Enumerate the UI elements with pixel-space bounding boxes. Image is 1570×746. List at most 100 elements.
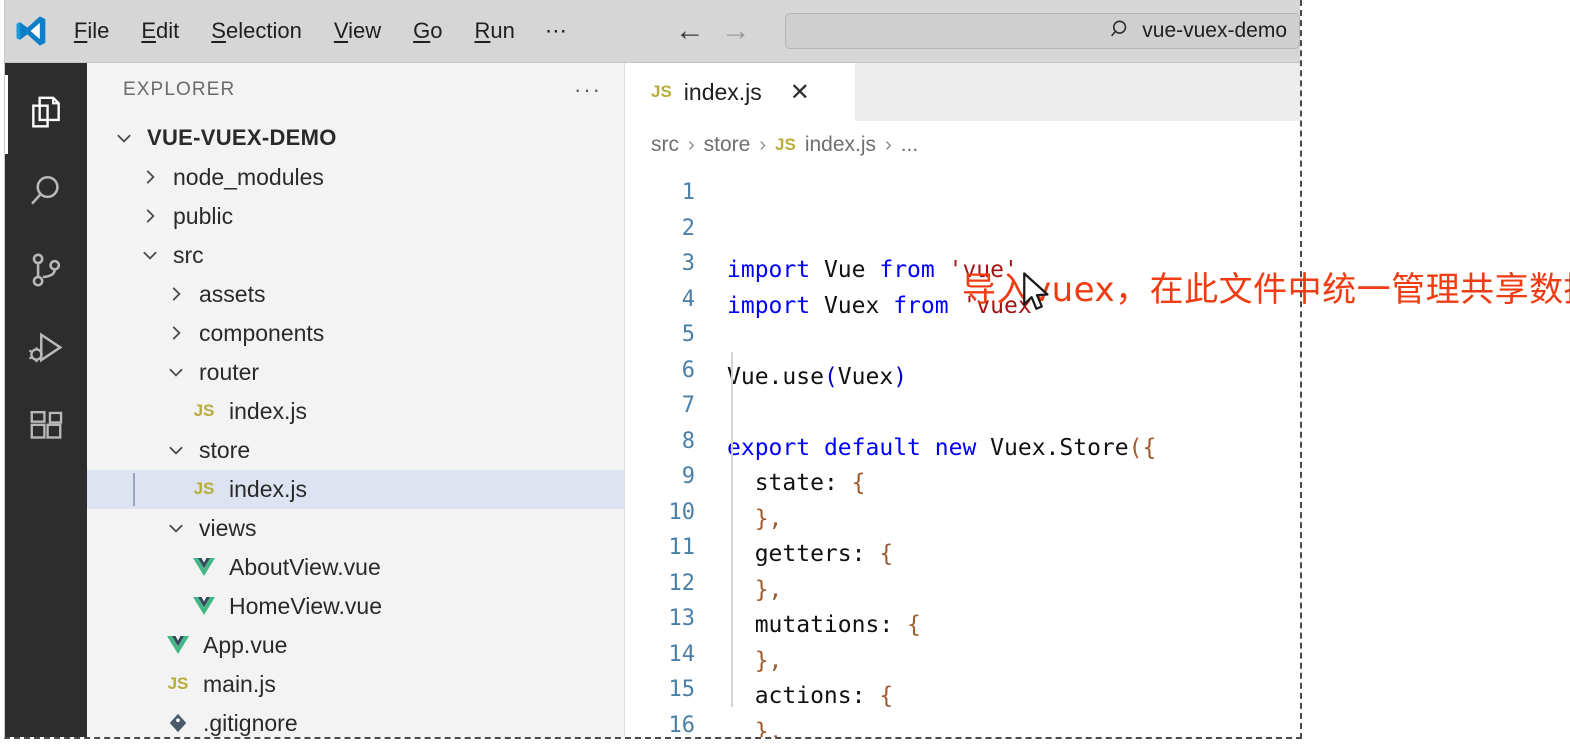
chevron-right-icon[interactable] <box>135 168 165 186</box>
line-number: 9 <box>681 464 695 489</box>
close-icon[interactable]: ✕ <box>790 78 810 107</box>
code-token: new <box>934 434 977 461</box>
breadcrumb-item-symbols[interactable]: ... <box>901 133 919 157</box>
activity-item-source-control[interactable] <box>5 233 87 312</box>
tab-index-js[interactable]: JS index.js ✕ <box>625 63 855 121</box>
tree-file-item[interactable]: JS index.js <box>87 469 624 509</box>
line-number: 13 <box>668 606 696 631</box>
code-line: state: { <box>727 466 1300 502</box>
workbench-body: EXPLORER ··· VUE-VUEX-DEMO node_modules pu… <box>5 63 1300 737</box>
tree-file-item[interactable]: .gitignore <box>87 704 624 737</box>
forward-arrow-icon[interactable]: → <box>721 16 751 46</box>
menu-selection[interactable]: Selection <box>195 12 318 50</box>
code-token: ({ <box>1128 434 1157 461</box>
editor-tab-bar: JS index.js ✕ <box>625 63 1300 121</box>
activity-item-search[interactable] <box>5 154 87 233</box>
chevron-right-icon[interactable] <box>161 285 191 303</box>
menu-edit[interactable]: Edit <box>125 12 195 50</box>
code-line: }, <box>727 715 1300 738</box>
js-file-icon: JS <box>193 479 215 499</box>
tree-folder-item[interactable]: views <box>87 509 624 548</box>
code-token: Vue.use <box>727 363 824 390</box>
tree-folder-item[interactable]: src <box>87 236 624 275</box>
chevron-down-icon[interactable] <box>161 363 191 381</box>
line-number: 11 <box>668 535 696 560</box>
menu-file[interactable]: File <box>58 12 125 50</box>
chevron-right-icon[interactable] <box>161 324 191 342</box>
tree-folder-item[interactable]: components <box>87 314 624 353</box>
tree-file-item[interactable]: JS main.js <box>87 665 624 704</box>
tree-item-label: App.vue <box>203 631 288 658</box>
code-token: state <box>727 470 824 496</box>
code-token: import <box>727 292 811 319</box>
code-token: ) <box>893 363 908 390</box>
code-content[interactable]: import Vue from 'vue' import Vuex from 'v… <box>709 169 1300 737</box>
code-line: getters: { <box>727 537 1300 573</box>
code-token: { <box>879 683 894 709</box>
menu-go[interactable]: Go <box>397 12 458 50</box>
code-token: } <box>727 576 769 603</box>
tree-root-item[interactable]: VUE-VUEX-DEMO <box>87 119 624 158</box>
search-icon <box>1110 18 1132 45</box>
breadcrumb-item-src[interactable]: src <box>651 133 679 157</box>
tree-item-label: .gitignore <box>203 709 298 736</box>
line-number: 3 <box>681 251 695 276</box>
js-file-icon: JS <box>775 135 796 154</box>
chevron-down-icon[interactable] <box>109 129 139 147</box>
code-token: mutations <box>727 612 880 638</box>
code-line: mutations: { <box>727 608 1300 644</box>
chevron-down-icon[interactable] <box>135 246 165 264</box>
back-arrow-icon[interactable]: ← <box>675 16 705 46</box>
code-editor[interactable]: 1234567891011121314151617 import Vue fro… <box>625 169 1300 737</box>
line-number: 10 <box>668 499 696 525</box>
tree-item-label: src <box>173 241 204 268</box>
chevron-right-icon: › <box>885 133 892 156</box>
search-icon <box>27 172 65 215</box>
line-number-gutter: 1234567891011121314151617 <box>625 169 709 737</box>
code-line: actions: { <box>727 679 1300 715</box>
code-token: : <box>823 470 852 496</box>
files-icon <box>27 93 65 136</box>
chevron-down-icon[interactable] <box>161 519 191 537</box>
code-token: } <box>727 718 769 738</box>
code-token: 'vuex' <box>962 292 1046 319</box>
tree-folder-item[interactable]: router <box>87 353 624 392</box>
screenshot-root: File Edit Selection View Go Run ⋯ ← → vu… <box>0 0 1570 746</box>
editor-area: JS index.js ✕ src › store › JS index.js … <box>625 63 1300 737</box>
tree-folder-item[interactable]: public <box>87 197 624 236</box>
quick-open-input[interactable]: vue-vuex-demo <box>784 13 1300 49</box>
chevron-right-icon[interactable] <box>135 207 165 225</box>
tree-item-label: assets <box>199 280 266 307</box>
tree-folder-item[interactable]: store <box>87 431 624 470</box>
tree-folder-item[interactable]: assets <box>87 275 624 314</box>
tree-file-item[interactable]: JS index.js <box>87 392 624 431</box>
explorer-actions-button[interactable]: ··· <box>574 77 602 103</box>
extensions-blocks-icon <box>27 409 65 452</box>
tree-file-item[interactable]: App.vue <box>87 626 624 665</box>
chevron-down-icon[interactable] <box>161 441 191 459</box>
menu-more-button[interactable]: ⋯ <box>531 12 583 50</box>
explorer-header: EXPLORER ··· <box>87 63 624 117</box>
vue-file-icon <box>161 634 195 656</box>
activity-item-explorer[interactable] <box>5 75 87 154</box>
tree-folder-item[interactable]: node_modules <box>87 158 624 197</box>
menu-run[interactable]: Run <box>458 12 530 50</box>
tree-file-item[interactable]: AboutView.vue <box>87 548 624 587</box>
line-number: 16 <box>668 712 696 738</box>
tree-item-label: store <box>199 436 251 463</box>
tree-file-item[interactable]: HomeView.vue <box>87 587 624 626</box>
activity-item-extensions[interactable] <box>5 391 87 470</box>
code-token: } <box>727 647 769 674</box>
breadcrumb-item-file[interactable]: index.js <box>805 133 876 157</box>
activity-item-run-debug[interactable] <box>5 312 87 391</box>
js-file-icon: JS <box>167 674 189 694</box>
code-token: , <box>768 718 783 738</box>
menu-view[interactable]: View <box>318 12 397 50</box>
breadcrumb-item-store[interactable]: store <box>704 133 751 157</box>
